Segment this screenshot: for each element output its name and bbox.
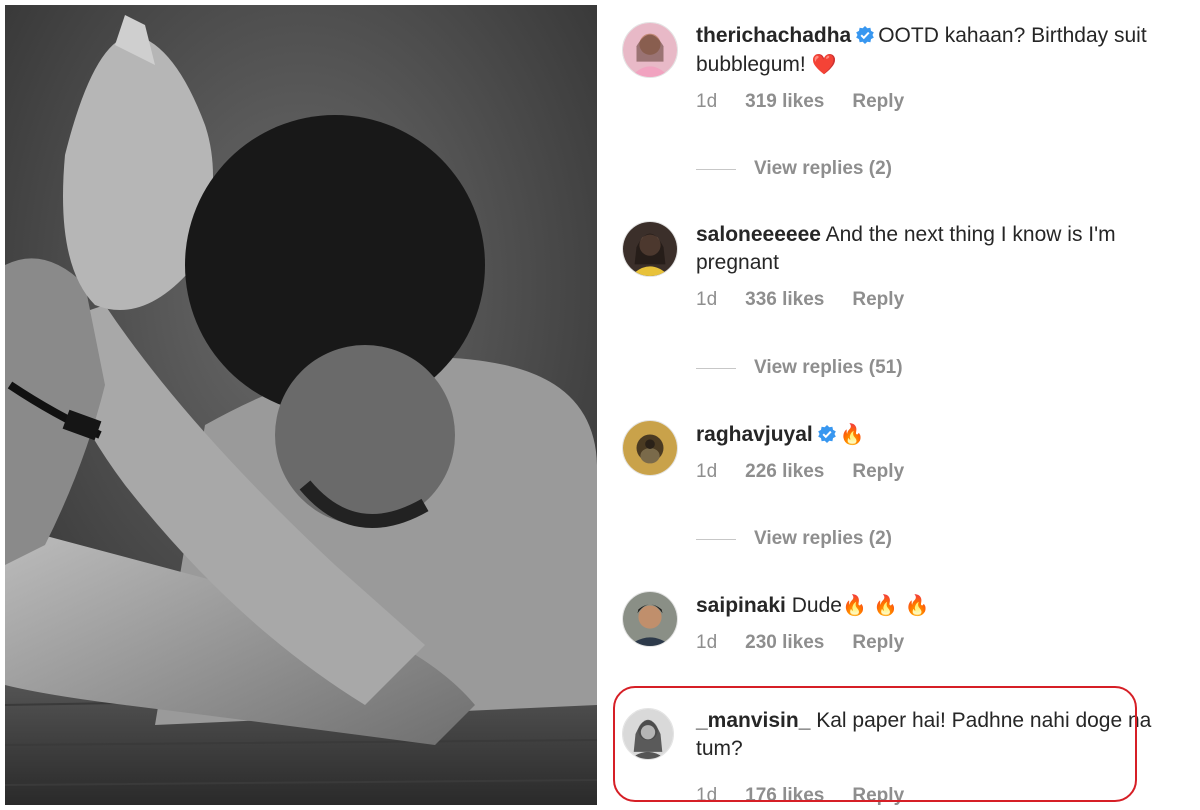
comment-text: therichachadha OOTD kahaan? Birthday suit… — [696, 22, 1176, 79]
comment-time: 1d — [696, 91, 718, 112]
comment-time: 1d — [696, 289, 718, 310]
post-photo — [5, 5, 597, 805]
reply-button[interactable]: Reply — [852, 289, 904, 311]
comment-time: 1d — [696, 632, 718, 653]
comment-likes[interactable]: 319 likes — [745, 91, 824, 113]
view-replies-button[interactable]: View replies (2) — [696, 157, 892, 181]
comment-meta: 1d 226 likes Reply — [696, 461, 1176, 483]
reply-button[interactable]: Reply — [852, 461, 904, 483]
view-replies-label: View replies (2) — [754, 158, 892, 179]
view-replies-label: View replies (51) — [754, 357, 903, 378]
comment-likes[interactable]: 230 likes — [745, 632, 824, 654]
comment-time: 1d — [696, 461, 718, 482]
divider-line — [696, 367, 736, 369]
avatar[interactable] — [622, 221, 678, 277]
fire-emoji-icon: 🔥 — [839, 422, 865, 446]
comment-username[interactable]: raghavjuyal — [696, 423, 813, 446]
comment-text: saloneeeeee And the next thing I know is… — [696, 221, 1176, 277]
comment-likes[interactable]: 336 likes — [745, 289, 824, 311]
verified-badge-icon — [817, 425, 836, 443]
reply-button[interactable]: Reply — [852, 632, 904, 654]
comment-meta: 1d 336 likes Reply — [696, 289, 1176, 311]
view-replies-label: View replies (2) — [754, 528, 892, 549]
divider-line — [696, 538, 736, 540]
comment-text: saipinaki Dude🔥 🔥 🔥 — [696, 591, 1176, 620]
fire-emoji-icon: 🔥 🔥 🔥 — [841, 593, 930, 617]
avatar[interactable] — [622, 591, 678, 647]
view-replies-button[interactable]: View replies (51) — [696, 356, 903, 380]
comment-likes[interactable]: 226 likes — [745, 461, 824, 483]
comment-meta: 1d 230 likes Reply — [696, 632, 1176, 654]
comment-body: Dude — [791, 594, 842, 617]
comment-meta: 1d 319 likes Reply — [696, 91, 1176, 113]
comment-text: raghavjuyal 🔥 — [696, 420, 1176, 449]
avatar[interactable] — [622, 22, 678, 78]
verified-badge-icon — [856, 26, 875, 44]
highlight-outline — [613, 686, 1137, 802]
avatar[interactable] — [622, 420, 678, 476]
view-replies-button[interactable]: View replies (2) — [696, 527, 892, 551]
heart-emoji-icon: ❤️ — [811, 52, 837, 76]
comment-username[interactable]: saipinaki — [696, 594, 786, 617]
reply-button[interactable]: Reply — [852, 91, 904, 113]
comment-username[interactable]: saloneeeeee — [696, 223, 821, 246]
divider-line — [696, 168, 736, 170]
comment-username[interactable]: therichachadha — [696, 24, 851, 47]
